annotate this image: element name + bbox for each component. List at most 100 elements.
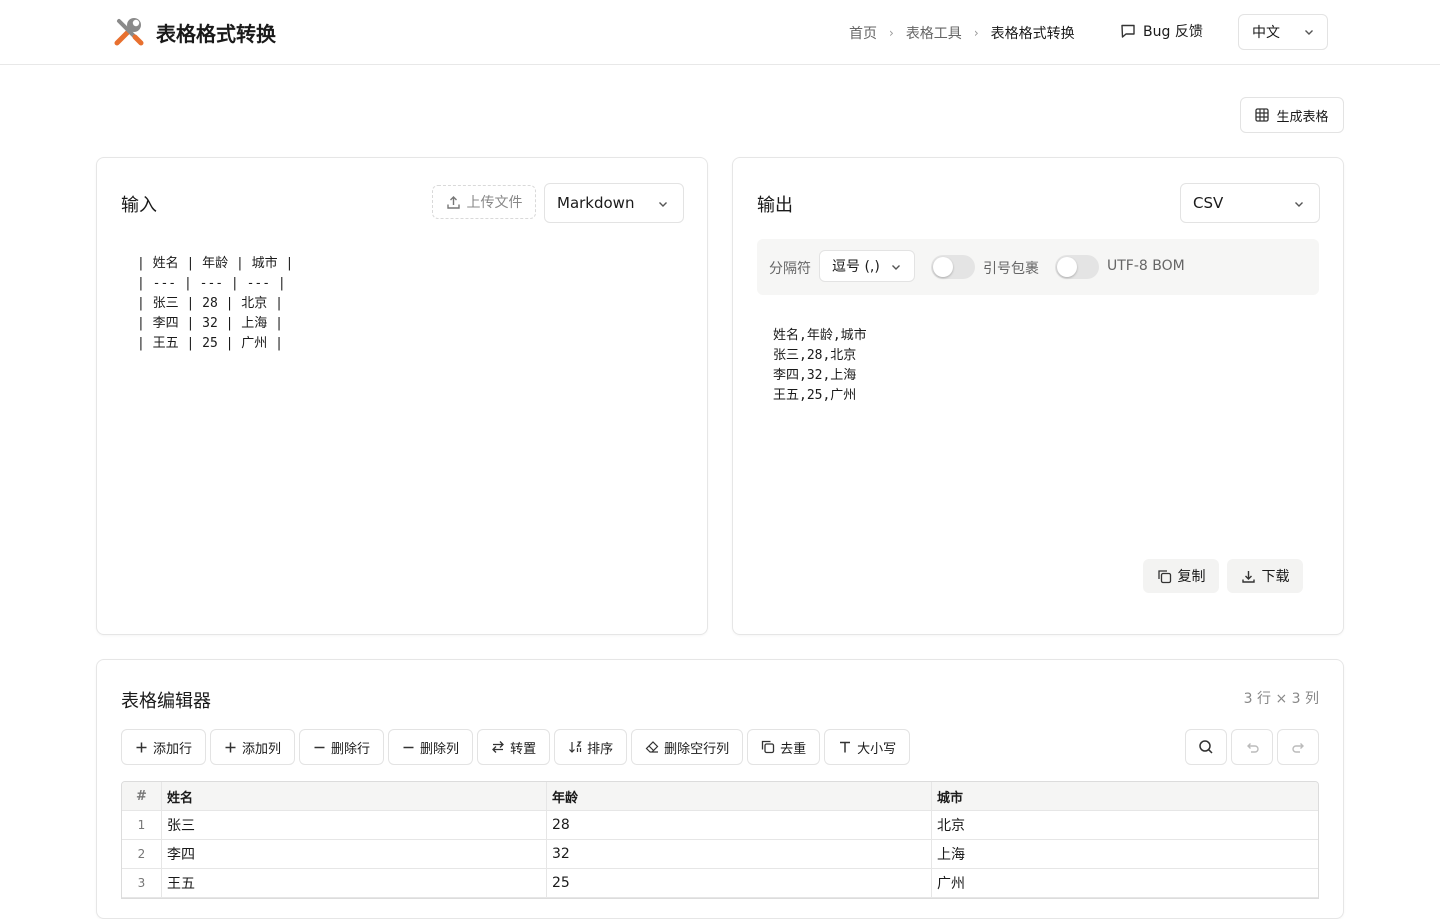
bug-feedback-button[interactable]: Bug 反馈	[1120, 21, 1203, 41]
top-header: 表格格式转换 首页 › 表格工具 › 表格格式转换 Bug 反馈 中文	[0, 0, 1440, 65]
toggle-knob	[933, 257, 953, 277]
tools-logo-icon	[111, 15, 145, 49]
chevron-down-icon	[659, 202, 667, 207]
delete-row-label: 删除行	[331, 741, 371, 757]
toggle-knob	[1057, 257, 1077, 277]
output-format-value: CSV	[1193, 194, 1224, 212]
language-select[interactable]: 中文	[1238, 14, 1328, 50]
table-row: 3 王五 25 广州	[122, 869, 1318, 898]
remove-empty-button[interactable]: 删除空行列	[631, 729, 744, 765]
chevron-right-icon: ›	[973, 26, 979, 40]
copy-label: 复制	[1177, 569, 1206, 585]
table-editor-panel: 表格编辑器 3 行 × 3 列 添加行 添加列 删除行 删除列 转置 排序 删除…	[96, 659, 1344, 919]
redo-icon	[1291, 742, 1304, 753]
transpose-button[interactable]: 转置	[477, 729, 551, 765]
row-index: 3	[122, 869, 162, 897]
input-textarea[interactable]: | 姓名 | 年龄 | 城市 | | --- | --- | --- | | 张…	[137, 254, 293, 354]
output-format-select[interactable]: CSV	[1180, 183, 1320, 223]
bug-feedback-label: Bug 反馈	[1143, 24, 1203, 40]
breadcrumb-current: 表格格式转换	[990, 26, 1075, 42]
data-table: # 姓名 年龄 城市 1 张三 28 北京 2 李四 32 上海 3 王五 25…	[121, 781, 1319, 899]
row-index: 2	[122, 840, 162, 868]
sort-button[interactable]: 排序	[554, 729, 628, 765]
add-column-label: 添加列	[242, 741, 282, 757]
breadcrumb-table-tools[interactable]: 表格工具	[906, 23, 962, 43]
editor-toolbar: 添加行 添加列 删除行 删除列 转置 排序 删除空行列 去重 大小写	[121, 729, 911, 765]
chevron-down-icon	[1295, 202, 1303, 207]
sort-icon	[569, 741, 582, 753]
table-cell[interactable]: 北京	[932, 811, 1318, 839]
deduplicate-button[interactable]: 去重	[747, 729, 821, 765]
swap-icon	[492, 741, 504, 753]
delimiter-select[interactable]: 逗号 (,)	[819, 250, 915, 282]
chevron-down-icon	[1305, 30, 1313, 35]
download-label: 下载	[1261, 569, 1290, 585]
deduplicate-label: 去重	[780, 741, 807, 757]
search-button[interactable]	[1185, 729, 1227, 765]
table-cell[interactable]: 上海	[932, 840, 1318, 868]
breadcrumb: 首页 › 表格工具 › 表格格式转换	[849, 23, 1075, 43]
download-icon	[1241, 570, 1255, 583]
search-icon	[1199, 740, 1213, 754]
table-cell[interactable]: 王五	[162, 869, 547, 897]
message-icon	[1121, 24, 1135, 38]
download-button[interactable]: 下载	[1227, 559, 1303, 593]
quote-wrap-toggle[interactable]	[931, 255, 975, 279]
utf8-bom-label: UTF-8 BOM	[1107, 258, 1185, 274]
generate-table-label: 生成表格	[1276, 109, 1329, 125]
plus-icon	[225, 742, 236, 752]
table-cell[interactable]: 李四	[162, 840, 547, 868]
delete-column-label: 删除列	[420, 741, 460, 757]
eraser-icon	[645, 741, 659, 753]
copy-icon	[1157, 569, 1171, 583]
quote-wrap-label: 引号包裹	[983, 261, 1039, 277]
index-header: #	[122, 782, 162, 810]
table-cell[interactable]: 32	[547, 840, 932, 868]
delimiter-value: 逗号 (,)	[832, 259, 880, 275]
input-panel: 输入 上传文件 Markdown | 姓名 | 年龄 | 城市 | | --- …	[96, 157, 708, 635]
transpose-label: 转置	[510, 741, 537, 757]
upload-file-label: 上传文件	[466, 195, 523, 211]
add-column-button[interactable]: 添加列	[210, 729, 296, 765]
input-title: 输入	[121, 195, 157, 216]
upload-file-button[interactable]: 上传文件	[432, 185, 536, 219]
chevron-down-icon	[892, 265, 900, 270]
breadcrumb-home[interactable]: 首页	[849, 23, 877, 43]
output-title: 输出	[757, 195, 793, 216]
table-size-meta: 3 行 × 3 列	[1243, 691, 1319, 707]
copy-button[interactable]: 复制	[1143, 559, 1219, 593]
input-format-select[interactable]: Markdown	[544, 183, 684, 223]
text-case-icon	[840, 741, 851, 753]
table-cell[interactable]: 28	[547, 811, 932, 839]
table-cell[interactable]: 25	[547, 869, 932, 897]
table-row: 2 李四 32 上海	[122, 840, 1318, 869]
redo-button[interactable]	[1277, 729, 1319, 765]
column-header[interactable]: 姓名	[162, 782, 547, 810]
grid-icon	[1255, 108, 1270, 122]
undo-icon	[1246, 742, 1259, 753]
case-label: 大小写	[857, 741, 897, 757]
output-panel: 输出 CSV 分隔符 逗号 (,) 引号包裹 UTF-8 BOM 姓名,年龄,城…	[732, 157, 1344, 635]
remove-empty-label: 删除空行列	[664, 741, 730, 757]
column-header[interactable]: 年龄	[547, 782, 932, 810]
row-index: 1	[122, 811, 162, 839]
delete-row-button[interactable]: 删除行	[299, 729, 385, 765]
table-cell[interactable]: 广州	[932, 869, 1318, 897]
table-cell[interactable]: 张三	[162, 811, 547, 839]
minus-icon	[403, 746, 414, 748]
delimiter-label: 分隔符	[769, 261, 811, 277]
chevron-right-icon: ›	[889, 26, 894, 40]
column-header[interactable]: 城市	[932, 782, 1318, 810]
utf8-bom-toggle[interactable]	[1055, 255, 1099, 279]
add-row-button[interactable]: 添加行	[121, 729, 207, 765]
case-button[interactable]: 大小写	[824, 729, 911, 765]
app-title: 表格格式转换	[156, 22, 276, 46]
undo-button[interactable]	[1231, 729, 1273, 765]
generate-table-button[interactable]: 生成表格	[1240, 97, 1344, 133]
input-format-value: Markdown	[557, 194, 635, 212]
output-textarea[interactable]: 姓名,年龄,城市 张三,28,北京 李四,32,上海 王五,25,广州	[773, 326, 867, 406]
delete-column-button[interactable]: 删除列	[388, 729, 474, 765]
minus-icon	[314, 746, 325, 748]
copy-icon	[761, 740, 775, 754]
plus-icon	[136, 742, 147, 752]
